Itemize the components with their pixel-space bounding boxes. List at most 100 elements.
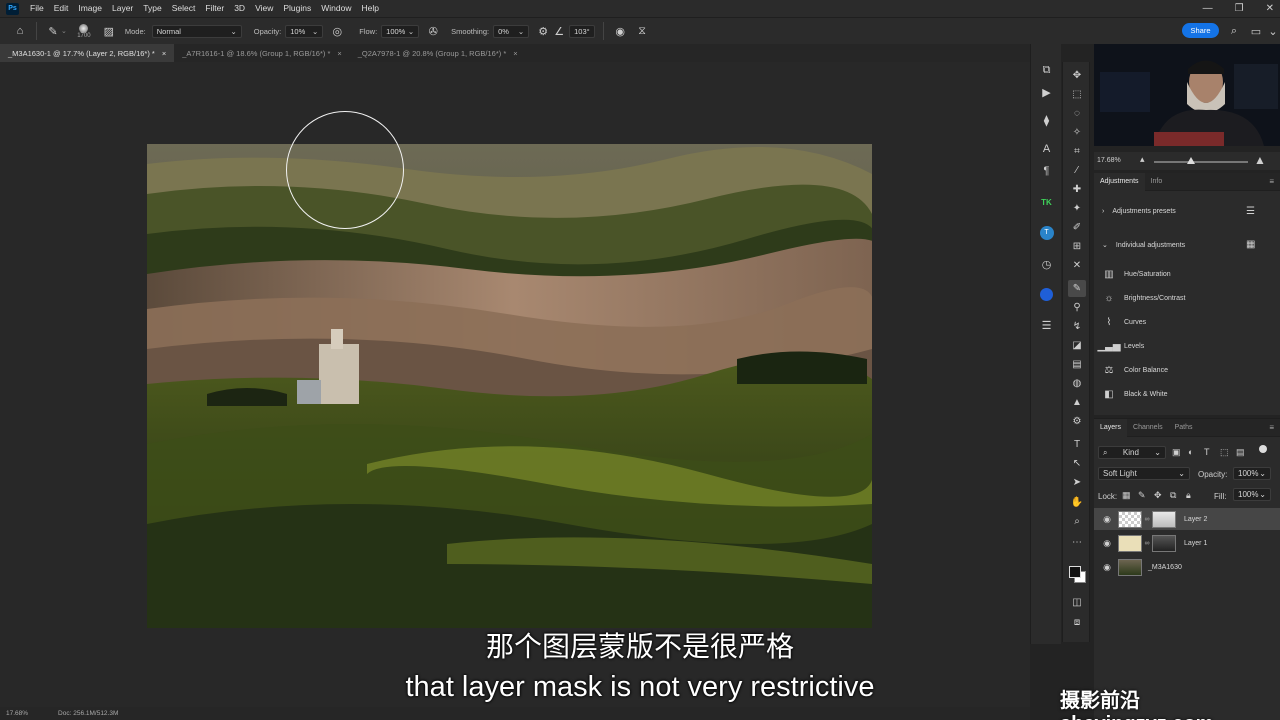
menu-window[interactable]: Window [316, 0, 356, 17]
zoom-in-icon[interactable]: ▲ [1254, 153, 1266, 167]
history-icon[interactable]: ◷ [1038, 256, 1055, 273]
home-icon[interactable]: ⌂ [12, 23, 28, 39]
direct-select-tool-icon[interactable]: ➤ [1068, 474, 1086, 491]
adjustment-color-balance[interactable]: ⚖ Color Balance [1102, 360, 1168, 380]
document-size[interactable]: Doc: 256.1M/512.3M [58, 710, 118, 717]
pressure-opacity-icon[interactable]: ◎ [329, 23, 345, 39]
more-tools-icon[interactable]: ⋯ [1068, 534, 1086, 551]
layer-filter-select[interactable]: ⌕ Kind ⌄ [1098, 446, 1166, 459]
tab-document-2[interactable]: _A7R1616-1 @ 18.6% (Group 1, RGB/16*) * … [174, 44, 350, 62]
crop-tool-icon[interactable]: ⌗ [1068, 143, 1086, 160]
close-icon[interactable]: ✕ [1266, 3, 1274, 14]
adobe-plugin-icon[interactable] [1038, 286, 1055, 303]
grid-view-icon[interactable]: ▦ [1246, 239, 1255, 250]
zoom-slider-thumb[interactable] [1187, 157, 1195, 164]
blend-mode-select[interactable]: Soft Light ⌄ [1098, 467, 1190, 480]
brush-tool-icon[interactable]: ✎ [1068, 280, 1086, 297]
visibility-eye-icon[interactable]: ◉ [1100, 538, 1114, 549]
close-icon[interactable]: × [513, 49, 517, 58]
lock-image-icon[interactable]: ✎ [1138, 490, 1146, 501]
gradient-tool-icon[interactable]: ▤ [1068, 356, 1086, 373]
brush-tool-icon[interactable]: ✎ [45, 23, 61, 39]
pen-tool-icon[interactable]: ⚙ [1068, 413, 1086, 430]
filter-pixel-icon[interactable]: ▣ [1172, 447, 1181, 458]
share-button[interactable]: Share [1182, 23, 1219, 38]
adjustment-levels[interactable]: ▁▃▅ Levels [1097, 336, 1144, 356]
play-action-icon[interactable]: ▶ [1038, 84, 1055, 101]
menu-plugins[interactable]: Plugins [278, 0, 316, 17]
airbrush-icon[interactable]: ✇ [425, 23, 441, 39]
patch-tool-icon[interactable]: ✐ [1068, 219, 1086, 236]
list-view-icon[interactable]: ☰ [1246, 206, 1255, 217]
close-icon[interactable]: × [162, 49, 166, 58]
link-icon[interactable]: ∞ [1143, 540, 1151, 547]
document-image[interactable] [147, 144, 872, 628]
close-icon[interactable]: × [337, 49, 341, 58]
opacity-field[interactable]: 10% ⌄ [285, 24, 324, 38]
tk8-plugin-icon[interactable]: TK [1038, 194, 1055, 211]
menu-image[interactable]: Image [73, 0, 107, 17]
adjustments-presets-row[interactable]: › Adjustments presets [1102, 201, 1176, 221]
hand-tool-icon[interactable]: ✋ [1068, 494, 1086, 511]
menu-help[interactable]: Help [356, 0, 383, 17]
move-tool-icon[interactable]: ✥ [1068, 67, 1086, 84]
tab-document-1[interactable]: _M3A1630-1 @ 17.7% (Layer 2, RGB/16*) * … [0, 44, 175, 62]
smoothing-field[interactable]: 0% ⌄ [493, 24, 530, 38]
zoom-out-icon[interactable]: ▴ [1140, 154, 1145, 165]
search-icon[interactable]: ⌕ [1226, 23, 1242, 39]
eraser-tool-icon[interactable]: ◪ [1068, 337, 1086, 354]
clone-stamp-tool-icon[interactable]: ⚲ [1068, 299, 1086, 316]
navigator-zoom[interactable]: 17.68% [1097, 157, 1121, 164]
menu-filter[interactable]: Filter [200, 0, 229, 17]
menu-type[interactable]: Type [138, 0, 166, 17]
tab-channels[interactable]: Channels [1127, 419, 1169, 437]
filter-type-icon[interactable]: T [1204, 447, 1210, 457]
lock-position-icon[interactable]: ✥ [1154, 490, 1162, 501]
zoom-level[interactable]: 17.68% [6, 710, 28, 717]
healing-brush-tool-icon[interactable]: ✦ [1068, 200, 1086, 217]
symmetry-icon[interactable]: ⧖ [634, 23, 650, 39]
chevron-down-icon[interactable]: ⌄ [61, 27, 67, 35]
menu-view[interactable]: View [250, 0, 278, 17]
flow-field[interactable]: 100% ⌄ [381, 24, 420, 38]
spot-healing-tool-icon[interactable]: ✚ [1068, 181, 1086, 198]
tab-paths[interactable]: Paths [1169, 419, 1199, 437]
adjustment-brightness-contrast[interactable]: ☼ Brightness/Contrast [1102, 288, 1185, 308]
content-aware-tool-icon[interactable]: ⊞ [1068, 238, 1086, 255]
layer-mask-thumbnail[interactable] [1152, 534, 1176, 552]
libraries-icon[interactable]: ⧫ [1038, 112, 1055, 129]
chevron-down-icon[interactable]: ⌄ [1265, 23, 1280, 39]
adjustment-black-white[interactable]: ◧ Black & White [1102, 384, 1167, 404]
layer-row-layer-2[interactable]: ◉ ∞ Layer 2 [1094, 508, 1280, 530]
lasso-tool-icon[interactable]: ◌ [1068, 105, 1086, 122]
character-icon[interactable]: A [1038, 140, 1055, 157]
gear-icon[interactable]: ⚙ [535, 23, 551, 39]
layer-row-background[interactable]: ◉ _M3A1630 [1094, 556, 1280, 578]
filter-toggle[interactable] [1259, 445, 1267, 453]
menu-layer[interactable]: Layer [107, 0, 138, 17]
visibility-eye-icon[interactable]: ◉ [1100, 514, 1114, 525]
remove-tool-icon[interactable]: ✕ [1068, 257, 1086, 274]
lock-all-icon[interactable]: 🔒︎ [1186, 490, 1191, 501]
adjustment-curves[interactable]: ⌇ Curves [1102, 312, 1147, 332]
individual-adjustments-row[interactable]: ⌄ Individual adjustments [1102, 235, 1185, 255]
tab-document-3[interactable]: _Q2A7978-1 @ 20.8% (Group 1, RGB/16*) * … [350, 44, 526, 62]
tab-adjustments[interactable]: Adjustments [1094, 172, 1145, 191]
menu-select[interactable]: Select [167, 0, 201, 17]
layer-opacity-field[interactable]: 100% ⌄ [1233, 467, 1271, 480]
brush-preset-picker[interactable]: 1700 [73, 23, 95, 39]
fill-field[interactable]: 100% ⌄ [1233, 488, 1271, 501]
workspace-icon[interactable]: ▭ [1248, 23, 1264, 39]
tab-info[interactable]: Info [1145, 173, 1169, 191]
adjustment-hue-saturation[interactable]: ▥ Hue/Saturation [1102, 264, 1170, 284]
maximize-icon[interactable]: ❐ [1235, 3, 1244, 14]
visibility-eye-icon[interactable]: ◉ [1100, 562, 1114, 573]
filter-adjustment-icon[interactable]: ◐ [1188, 447, 1193, 457]
dodge-tool-icon[interactable]: ▲ [1068, 394, 1086, 411]
zoom-slider-track[interactable] [1154, 161, 1248, 163]
eyedropper-tool-icon[interactable]: ⁄ [1068, 162, 1086, 179]
panel-menu-icon[interactable]: ≡ [1269, 177, 1274, 186]
quick-mask-icon[interactable]: ◫ [1068, 594, 1086, 611]
marquee-tool-icon[interactable]: ⬚ [1068, 86, 1086, 103]
path-select-tool-icon[interactable]: ↖ [1068, 455, 1086, 472]
